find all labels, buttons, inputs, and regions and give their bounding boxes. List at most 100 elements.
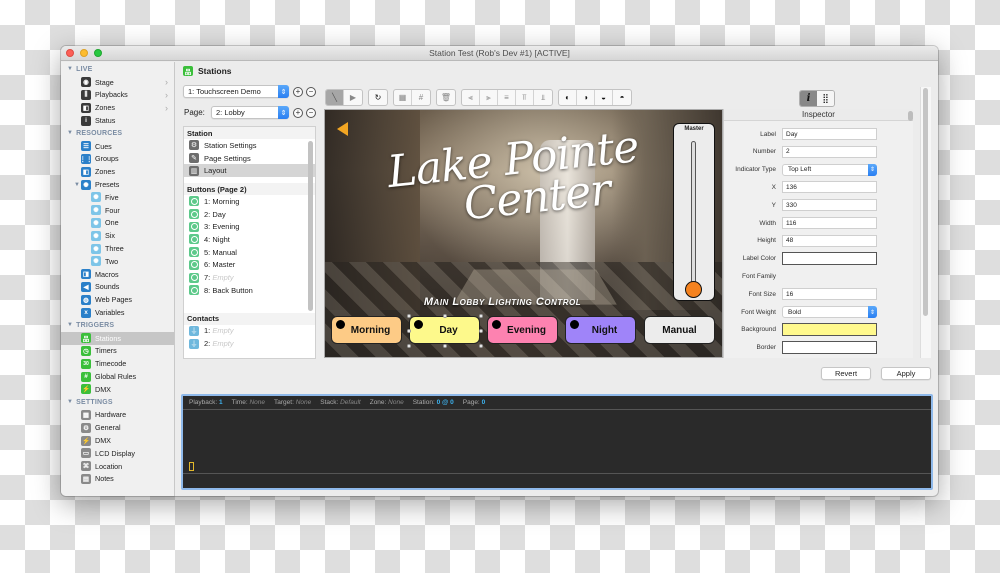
sidebar-item-web-pages[interactable]: ◍ Web Pages bbox=[61, 293, 174, 306]
font-weight-select[interactable]: Bold ⇕ bbox=[782, 306, 877, 318]
zoom-window-button[interactable] bbox=[94, 49, 102, 57]
sidebar-item-five[interactable]: ✺ Five bbox=[61, 191, 174, 204]
sidebar-item-playbacks[interactable]: ⫼ Playbacks › bbox=[61, 89, 174, 102]
inspector-scrollbar[interactable] bbox=[908, 111, 913, 121]
send-to-back-button[interactable]: ◑ bbox=[577, 90, 595, 105]
align-right-button[interactable]: ⫸ bbox=[480, 90, 498, 105]
station-button-manual[interactable]: Manual bbox=[644, 316, 715, 344]
button-list-item[interactable]: 6: Master bbox=[184, 259, 315, 272]
sidebar-section-live[interactable]: ▼ LIVE bbox=[61, 63, 174, 76]
station-button-night[interactable]: Night bbox=[565, 316, 636, 344]
sidebar-item-variables[interactable]: x Variables bbox=[61, 306, 174, 319]
sidebar-item-zones[interactable]: ◧ Zones › bbox=[61, 101, 174, 114]
sidebar-item-four[interactable]: ✺ Four bbox=[61, 204, 174, 217]
sidebar-section-settings[interactable]: ▼ SETTINGS bbox=[61, 396, 174, 409]
contact-list-item[interactable]: ⏚ 1: Empty bbox=[184, 325, 315, 338]
revert-button[interactable]: Revert bbox=[821, 367, 871, 380]
align-left-button[interactable]: ⫷ bbox=[462, 90, 480, 105]
align-center-button[interactable]: ≡ bbox=[498, 90, 516, 105]
sidebar-item-six[interactable]: ✺ Six bbox=[61, 229, 174, 242]
station-button-morning[interactable]: Morning bbox=[331, 316, 402, 344]
remove-page-button[interactable]: − bbox=[306, 108, 316, 118]
button-list-item[interactable]: 7: Empty bbox=[184, 271, 315, 284]
sidebar-item-stage[interactable]: ◉ Stage › bbox=[61, 76, 174, 89]
remove-station-button[interactable]: − bbox=[306, 87, 316, 97]
info-icon[interactable]: i bbox=[800, 91, 817, 106]
minimize-window-button[interactable] bbox=[80, 49, 88, 57]
main-scrollbar[interactable] bbox=[923, 88, 928, 316]
station-item-station-settings[interactable]: ⚙ Station Settings bbox=[184, 139, 315, 152]
resize-handle[interactable] bbox=[479, 329, 483, 333]
sidebar-item-lcd-display[interactable]: ▭ LCD Display bbox=[61, 447, 174, 460]
button-list-item[interactable]: 1: Morning bbox=[184, 195, 315, 208]
disclosure-triangle-icon[interactable]: ▼ bbox=[67, 399, 73, 405]
sidebar-item-two[interactable]: ✺ Two bbox=[61, 255, 174, 268]
sidebar-item-presets[interactable]: ▼ ✺ Presets bbox=[61, 178, 174, 191]
preview-mode-button[interactable]: ▶ bbox=[344, 90, 362, 105]
close-window-button[interactable] bbox=[66, 49, 74, 57]
font-size-field[interactable]: 16 bbox=[782, 288, 877, 301]
station-item-layout[interactable]: ▥ Layout bbox=[184, 164, 315, 178]
button-list-item[interactable]: 8: Back Button bbox=[184, 284, 315, 297]
master-fader-knob[interactable] bbox=[685, 281, 702, 298]
disclosure-triangle-icon[interactable]: ▼ bbox=[67, 66, 73, 72]
resize-handle[interactable] bbox=[407, 314, 411, 318]
resize-handle[interactable] bbox=[407, 344, 411, 348]
apply-button[interactable]: Apply bbox=[881, 367, 931, 380]
contact-list-item[interactable]: ⏚ 2: Empty bbox=[184, 337, 315, 350]
resize-handle[interactable] bbox=[479, 344, 483, 348]
list-scrollbar[interactable] bbox=[308, 141, 313, 311]
indicator-type-select[interactable]: Top Left ⇕ bbox=[782, 163, 877, 176]
resize-handle[interactable] bbox=[407, 329, 411, 333]
align-top-button[interactable]: ⫪ bbox=[516, 90, 534, 105]
disclosure-triangle-icon[interactable]: ▼ bbox=[67, 130, 73, 136]
station-button-day[interactable]: Day bbox=[407, 314, 483, 348]
border-color-well[interactable] bbox=[782, 341, 877, 355]
master-fader[interactable]: Master bbox=[673, 123, 715, 301]
background-color-well[interactable] bbox=[782, 323, 877, 337]
button-list-item[interactable]: 4: Night bbox=[184, 233, 315, 246]
y-field[interactable]: 330 bbox=[782, 199, 877, 212]
button-list-item[interactable]: 5: Manual bbox=[184, 246, 315, 259]
resize-handle[interactable] bbox=[443, 314, 447, 318]
sidebar-item-one[interactable]: ✺ One bbox=[61, 217, 174, 230]
sidebar-item-general[interactable]: ⚙ General bbox=[61, 421, 174, 434]
bring-to-front-button[interactable]: ◐ bbox=[559, 90, 577, 105]
sidebar-item-timers[interactable]: ◷ Timers bbox=[61, 345, 174, 358]
sidebar-item-cues[interactable]: ☰ Cues bbox=[61, 140, 174, 153]
disclosure-triangle-icon[interactable]: ▼ bbox=[74, 182, 80, 188]
console-panel[interactable]: Playback: 1 Time: None Target: None Stac… bbox=[181, 394, 933, 490]
sidebar-item-dmx[interactable]: ⚡ DMX bbox=[61, 383, 174, 396]
edit-mode-button[interactable]: ╲ bbox=[326, 90, 344, 105]
sidebar-item-notes[interactable]: ▤ Notes bbox=[61, 473, 174, 486]
sidebar-section-resources[interactable]: ▼ RESOURCES bbox=[61, 127, 174, 140]
grid-icon[interactable]: ⣿ bbox=[817, 91, 834, 106]
resize-handle[interactable] bbox=[443, 344, 447, 348]
station-item-page-settings[interactable]: ✎ Page Settings bbox=[184, 152, 315, 165]
x-field[interactable]: 136 bbox=[782, 181, 877, 194]
send-backward-button[interactable]: ◓ bbox=[613, 90, 631, 105]
sidebar-item-timecode[interactable]: 30 Timecode bbox=[61, 357, 174, 370]
chevron-right-icon[interactable]: › bbox=[165, 77, 168, 87]
sidebar-item-dmx[interactable]: ⚡ DMX bbox=[61, 434, 174, 447]
label-color-color-well[interactable] bbox=[782, 252, 877, 266]
button-list-item[interactable]: 3: Evening bbox=[184, 220, 315, 233]
sidebar-item-zones[interactable]: ◧ Zones bbox=[61, 165, 174, 178]
disclosure-triangle-icon[interactable]: ▼ bbox=[67, 322, 73, 328]
sidebar-section-triggers[interactable]: ▼ TRIGGERS bbox=[61, 319, 174, 332]
width-field[interactable]: 116 bbox=[782, 217, 877, 229]
refresh-button[interactable]: ↻ bbox=[369, 90, 387, 105]
chevron-right-icon[interactable]: › bbox=[165, 103, 168, 113]
sidebar-item-hardware[interactable]: ▦ Hardware bbox=[61, 409, 174, 422]
station-select[interactable]: 1: Touchscreen Demo ⇕ bbox=[183, 85, 289, 98]
label-field[interactable]: Day bbox=[782, 128, 877, 140]
sidebar-item-status[interactable]: i Status bbox=[61, 114, 174, 127]
show-grid-button[interactable]: # bbox=[412, 90, 430, 105]
sidebar-item-global-rules[interactable]: # Global Rules bbox=[61, 370, 174, 383]
sidebar-item-stations[interactable]: 品 Stations bbox=[61, 331, 174, 345]
back-button-arrow-icon[interactable] bbox=[337, 122, 348, 136]
page-select[interactable]: 2: Lobby ⇕ bbox=[211, 106, 289, 119]
delete-button[interactable]: 🗑 bbox=[437, 90, 455, 105]
button-list-item[interactable]: 2: Day bbox=[184, 208, 315, 221]
add-station-button[interactable]: + bbox=[293, 87, 303, 97]
